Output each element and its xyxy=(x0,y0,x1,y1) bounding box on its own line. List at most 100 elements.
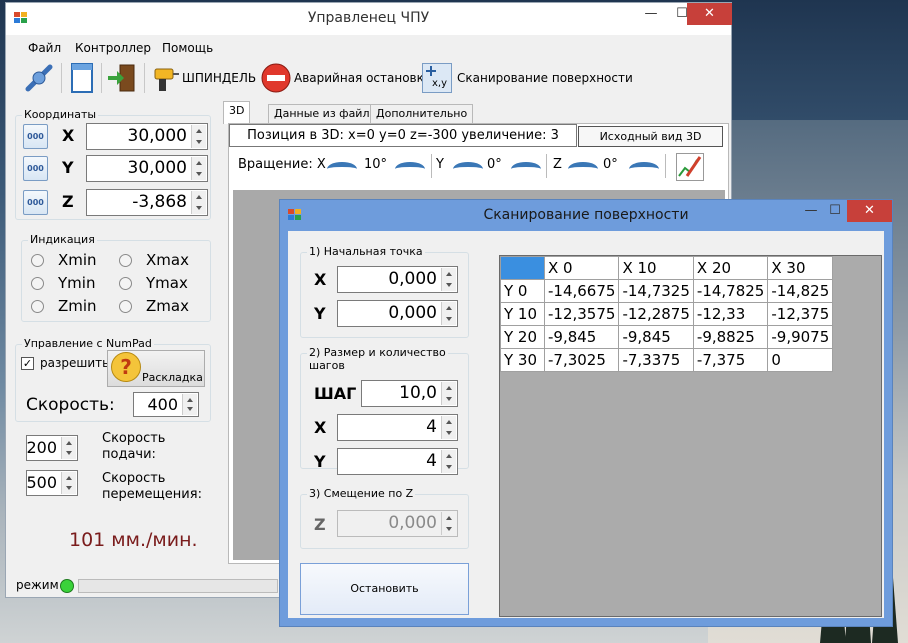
row-header[interactable]: Y 30 xyxy=(500,348,545,372)
spinner-arrows[interactable] xyxy=(191,157,206,180)
layout-button[interactable]: ? Раскладка xyxy=(107,350,205,387)
scan-data-grid[interactable]: X 0 X 10 X 20 X 30 Y 0 -14,6675 -14,7325… xyxy=(499,255,882,617)
spindle-label[interactable]: ШПИНДЕЛЬ xyxy=(182,71,256,85)
speed-input[interactable]: 400 xyxy=(133,392,199,417)
zero-x-button[interactable]: 000 xyxy=(23,124,48,149)
emergency-stop-button[interactable] xyxy=(260,62,292,94)
connect-button[interactable] xyxy=(24,63,54,93)
row-header[interactable]: Y 0 xyxy=(500,279,545,303)
speed-value: 400 xyxy=(147,395,178,414)
grid-cell[interactable]: 0 xyxy=(767,348,834,372)
rotate-x-ccw-icon[interactable] xyxy=(327,162,357,176)
spinner-arrows[interactable] xyxy=(441,450,456,473)
grid-cell[interactable]: -9,845 xyxy=(618,325,694,349)
spinner-arrows[interactable] xyxy=(61,437,76,459)
spindle-icon-button[interactable] xyxy=(149,65,179,93)
rotation-x-value: 10° xyxy=(364,157,388,172)
dialog-titlebar: Сканирование поверхности — ☐ ✕ xyxy=(280,200,892,232)
dialog-close-button[interactable]: ✕ xyxy=(847,200,892,222)
grid-cell[interactable]: -12,375 xyxy=(767,302,834,326)
grid-cell[interactable]: -12,3575 xyxy=(543,302,620,326)
spinner-arrows[interactable] xyxy=(441,268,456,291)
coordinates-legend: Координаты xyxy=(22,108,99,121)
spinner-arrows[interactable] xyxy=(441,382,456,405)
coord-z-input[interactable]: -3,868 xyxy=(86,189,208,216)
start-x-input[interactable]: 0,000 xyxy=(337,266,458,293)
spinner-arrows[interactable] xyxy=(191,191,206,214)
grid-cell[interactable]: -7,3025 xyxy=(543,348,620,372)
rotate-y-ccw-icon[interactable] xyxy=(453,162,483,176)
column-header[interactable]: X 20 xyxy=(692,256,769,280)
spinner-arrows[interactable] xyxy=(441,416,456,439)
grid-corner-cell[interactable] xyxy=(500,256,545,280)
column-header[interactable]: X 0 xyxy=(543,256,620,280)
row-header[interactable]: Y 10 xyxy=(500,302,545,326)
spinner-arrows[interactable] xyxy=(61,472,76,494)
grid-cell[interactable]: -12,33 xyxy=(692,302,769,326)
tab-advanced[interactable]: Дополнительно xyxy=(370,104,474,124)
close-button[interactable]: ✕ xyxy=(687,3,732,25)
scan-surface-label[interactable]: Сканирование поверхности xyxy=(457,71,633,85)
rotate-z-cw-icon[interactable] xyxy=(629,162,659,176)
speed-readout: 101 мм./мин. xyxy=(69,529,198,551)
start-point-legend: 1) Начальная точка xyxy=(307,245,425,258)
spinner-arrows[interactable] xyxy=(191,125,206,148)
dialog-body: 1) Начальная точка X 0,000 Y 0,000 2) Ра… xyxy=(288,231,884,618)
grid-cell[interactable]: -12,2875 xyxy=(618,302,694,326)
menu-file[interactable]: Файл xyxy=(28,41,61,55)
table-row: Y 20 -9,845 -9,845 -9,8825 -9,9075 xyxy=(500,325,834,349)
coord-y-input[interactable]: 30,000 xyxy=(86,155,208,182)
start-x-value: 0,000 xyxy=(388,269,437,289)
numpad-enable-checkbox[interactable]: ✓ xyxy=(21,357,34,370)
zmin-indicator xyxy=(31,300,44,313)
tab-file-data[interactable]: Данные из файла xyxy=(268,104,383,124)
rotation-z-label: Z xyxy=(553,157,562,172)
steps-y-input[interactable]: 4 xyxy=(337,448,458,475)
feed-speed-input[interactable]: 200 xyxy=(26,435,78,461)
column-header[interactable]: X 30 xyxy=(767,256,834,280)
scan-surface-button[interactable]: x,y xyxy=(422,63,452,93)
menu-help[interactable]: Помощь xyxy=(162,41,213,55)
open-file-button[interactable] xyxy=(68,62,96,94)
coord-x-input[interactable]: 30,000 xyxy=(86,123,208,150)
grid-cell[interactable]: -9,9075 xyxy=(767,325,834,349)
stop-button[interactable]: Остановить xyxy=(300,563,469,615)
step-input[interactable]: 10,0 xyxy=(361,380,458,407)
zero-y-button[interactable]: 000 xyxy=(23,156,48,181)
column-header[interactable]: X 10 xyxy=(618,256,694,280)
minimize-button[interactable]: — xyxy=(636,3,666,25)
exit-button[interactable] xyxy=(106,62,138,94)
rotate-z-ccw-icon[interactable] xyxy=(568,162,598,176)
dialog-maximize-button[interactable]: ☐ xyxy=(820,200,850,222)
grid-cell[interactable]: -14,7825 xyxy=(692,279,769,303)
rotation-x-label: Вращение: X xyxy=(238,157,326,172)
grid-cell[interactable]: -14,6675 xyxy=(543,279,620,303)
reset-3d-view-button[interactable]: Исходный вид 3D xyxy=(578,126,723,147)
start-y-input[interactable]: 0,000 xyxy=(337,300,458,327)
z-offset-legend: 3) Смещение по Z xyxy=(307,487,416,500)
rotate-y-cw-icon[interactable] xyxy=(511,162,541,176)
edit-3d-button[interactable] xyxy=(676,153,704,181)
zmax-label: Zmax xyxy=(146,297,189,315)
emergency-stop-label[interactable]: Аварийная остановка xyxy=(294,71,431,85)
grid-cell[interactable]: -7,3375 xyxy=(618,348,694,372)
spinner-arrows[interactable] xyxy=(182,394,197,415)
ymax-label: Ymax xyxy=(146,274,188,292)
grid-cell[interactable]: -14,7325 xyxy=(618,279,694,303)
size-steps-legend: 2) Размер и количество шагов xyxy=(307,346,448,372)
steps-x-input[interactable]: 4 xyxy=(337,414,458,441)
feed-speed-label-1: Скорость xyxy=(102,431,166,446)
tab-3d[interactable]: 3D xyxy=(223,101,251,124)
row-header[interactable]: Y 20 xyxy=(500,325,545,349)
ymin-label: Ymin xyxy=(58,274,96,292)
spinner-arrows[interactable] xyxy=(441,302,456,325)
zero-z-button[interactable]: 000 xyxy=(23,190,48,215)
menu-controller[interactable]: Контроллер xyxy=(75,41,151,55)
grid-cell[interactable]: -7,375 xyxy=(692,348,769,372)
travel-speed-input[interactable]: 500 xyxy=(26,470,78,496)
travel-speed-label-2: перемещения: xyxy=(102,487,202,502)
rotate-x-cw-icon[interactable] xyxy=(395,162,425,176)
grid-cell[interactable]: -9,845 xyxy=(543,325,620,349)
grid-cell[interactable]: -9,8825 xyxy=(692,325,769,349)
grid-cell[interactable]: -14,825 xyxy=(767,279,834,303)
